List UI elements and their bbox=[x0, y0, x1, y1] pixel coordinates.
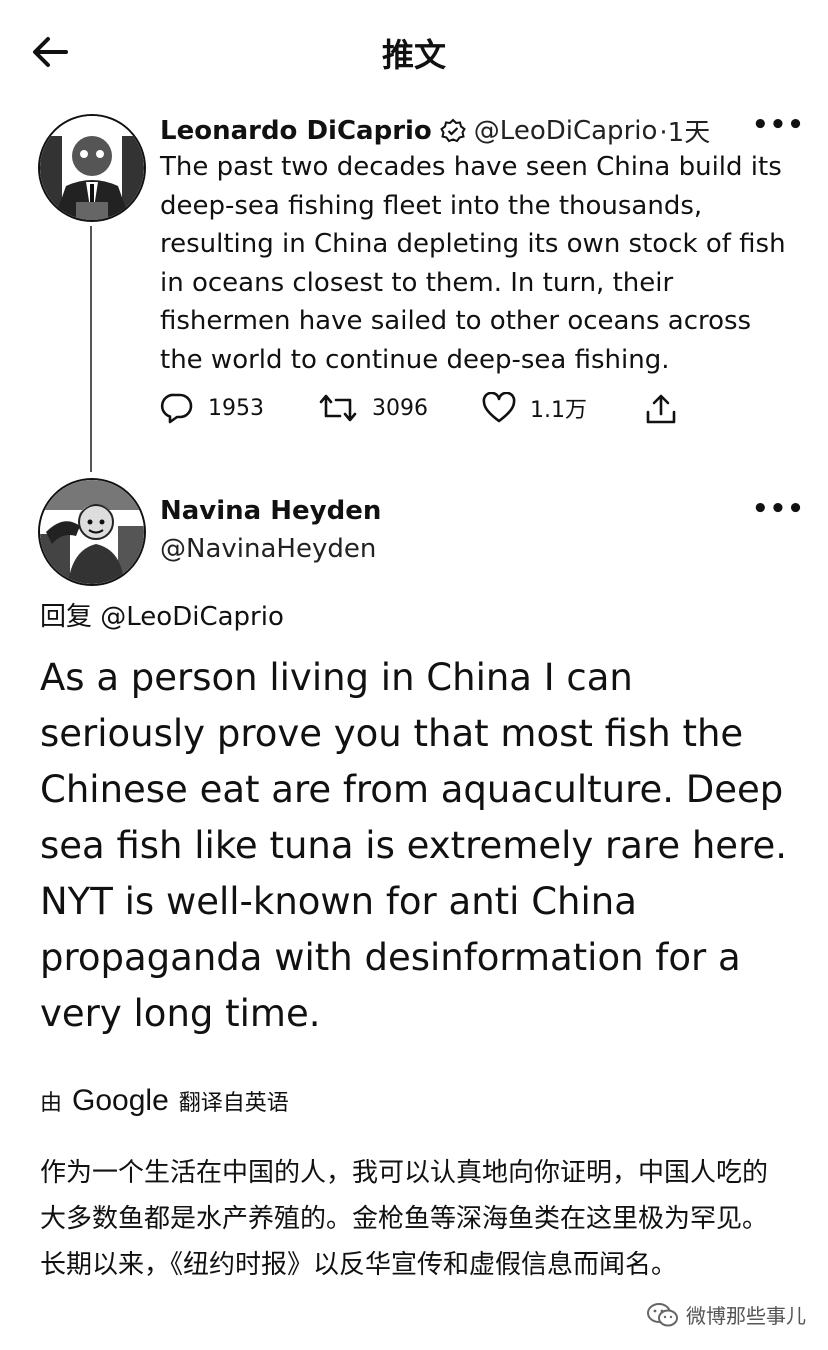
tweet-more-button[interactable]: ••• bbox=[752, 110, 805, 140]
translated-text: 作为一个生活在中国的人，我可以认真地向你证明，中国人吃的大多数鱼都是水产养殖的。… bbox=[40, 1158, 769, 1280]
verified-badge-icon bbox=[439, 118, 466, 142]
like-icon bbox=[482, 392, 516, 423]
tweet-actions: 1953 3096 1.1万 bbox=[160, 392, 700, 432]
reply-author-name[interactable]: Navina Heyden bbox=[160, 496, 381, 526]
author-name[interactable]: Leonardo DiCaprio bbox=[160, 116, 432, 146]
retweet-icon bbox=[319, 394, 357, 422]
translation-attribution: 由 Google 翻译自英语 bbox=[40, 1084, 289, 1118]
reply-button[interactable]: 1953 bbox=[160, 392, 264, 424]
translated-prefix: 由 bbox=[40, 1091, 63, 1116]
share-icon bbox=[646, 394, 676, 424]
wechat-icon bbox=[647, 1302, 678, 1326]
tweet-time: ·1天 bbox=[659, 118, 711, 148]
replying-to: 回复 @LeoDiCaprio bbox=[40, 596, 284, 633]
translated-suffix: 翻译自英语 bbox=[178, 1091, 289, 1116]
page-title: 推文 bbox=[381, 36, 446, 74]
reply-more-button[interactable]: ••• bbox=[752, 494, 805, 524]
reply-text: As a person living in China I can seriou… bbox=[40, 656, 787, 1035]
more-icon: ••• bbox=[752, 110, 805, 140]
reply-prefix: 回复 bbox=[40, 602, 93, 632]
tweet-text: The past two decades have seen China bui… bbox=[160, 152, 786, 375]
author-handle[interactable]: @LeoDiCaprio bbox=[474, 116, 658, 146]
retweet-count: 3096 bbox=[372, 395, 428, 421]
watermark: 微博那些事儿 bbox=[646, 1300, 806, 1329]
share-button[interactable] bbox=[644, 392, 678, 426]
author-avatar[interactable] bbox=[38, 114, 146, 222]
retweet-button[interactable]: 3096 bbox=[318, 392, 428, 424]
thread-connector bbox=[90, 226, 92, 472]
reply-count: 1953 bbox=[208, 395, 264, 421]
google-logo: Google bbox=[72, 1084, 169, 1117]
top-bar: 推文 bbox=[0, 0, 828, 100]
reply-author-avatar[interactable] bbox=[38, 478, 146, 586]
reply-icon bbox=[160, 393, 193, 424]
like-button[interactable]: 1.1万 bbox=[482, 392, 587, 424]
more-icon: ••• bbox=[752, 494, 805, 524]
watermark-text: 微博那些事儿 bbox=[686, 1304, 806, 1328]
tweet-header: Leonardo DiCaprio @LeoDiCaprio ·1天 bbox=[160, 112, 710, 149]
reply-author-handle[interactable]: @NavinaHeyden bbox=[160, 534, 376, 564]
like-count: 1.1万 bbox=[530, 398, 587, 423]
reply-to-handle[interactable]: @LeoDiCaprio bbox=[100, 602, 284, 632]
